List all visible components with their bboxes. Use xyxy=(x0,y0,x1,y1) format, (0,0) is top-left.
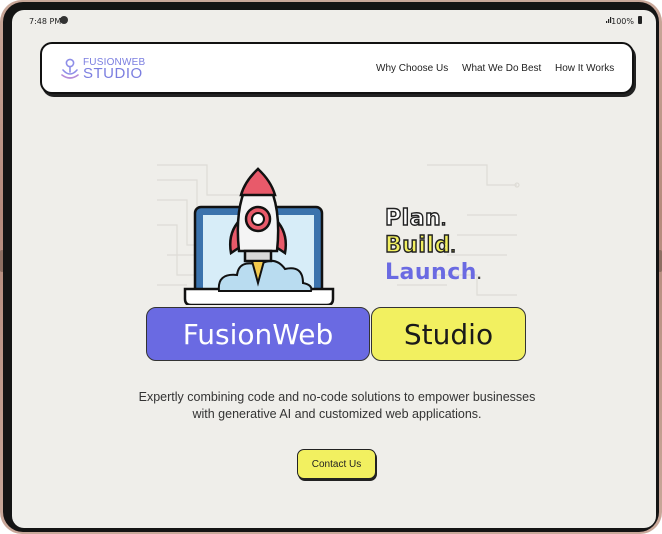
nav-what-we-do-best[interactable]: What We Do Best xyxy=(462,63,541,74)
battery-text: 100% xyxy=(611,17,634,26)
tagline-build: Build. xyxy=(384,232,456,261)
brand-badge-studio: Studio xyxy=(371,307,526,361)
device-bezel: 7:48 PM 100% FUSIONWEB STUDIO Why Choose… xyxy=(3,2,659,532)
tagline-period: . xyxy=(476,268,482,282)
tagline-period: . xyxy=(440,213,447,228)
tagline-word: Plan xyxy=(384,205,442,231)
brand-badge-fusionweb: FusionWeb xyxy=(146,307,370,361)
hero-description: Expertly combining code and no-code solu… xyxy=(138,390,536,421)
device-frame: 7:48 PM 100% FUSIONWEB STUDIO Why Choose… xyxy=(0,0,662,534)
tagline-plan: Plan. xyxy=(384,205,447,234)
tagline-word: Launch xyxy=(385,260,477,285)
contact-us-button[interactable]: Contact Us xyxy=(297,449,376,479)
nav-how-it-works[interactable]: How It Works xyxy=(555,63,614,74)
status-time: 7:48 PM xyxy=(29,17,62,26)
tagline-period: . xyxy=(450,240,456,255)
logo[interactable]: FUSIONWEB STUDIO xyxy=(60,56,150,82)
tagline-launch: Launch. xyxy=(385,260,482,288)
logo-line2: STUDIO xyxy=(83,65,143,82)
nav-why-choose-us[interactable]: Why Choose Us xyxy=(376,63,448,74)
navbar: FUSIONWEB STUDIO Why Choose Us What We D… xyxy=(40,42,634,94)
screen: 7:48 PM 100% FUSIONWEB STUDIO Why Choose… xyxy=(12,10,656,528)
battery-icon xyxy=(638,16,642,24)
notification-icon xyxy=(60,16,68,24)
status-bar: 7:48 PM 100% xyxy=(12,10,656,32)
tagline-word: Build xyxy=(384,232,451,258)
logo-person-icon xyxy=(61,58,79,79)
